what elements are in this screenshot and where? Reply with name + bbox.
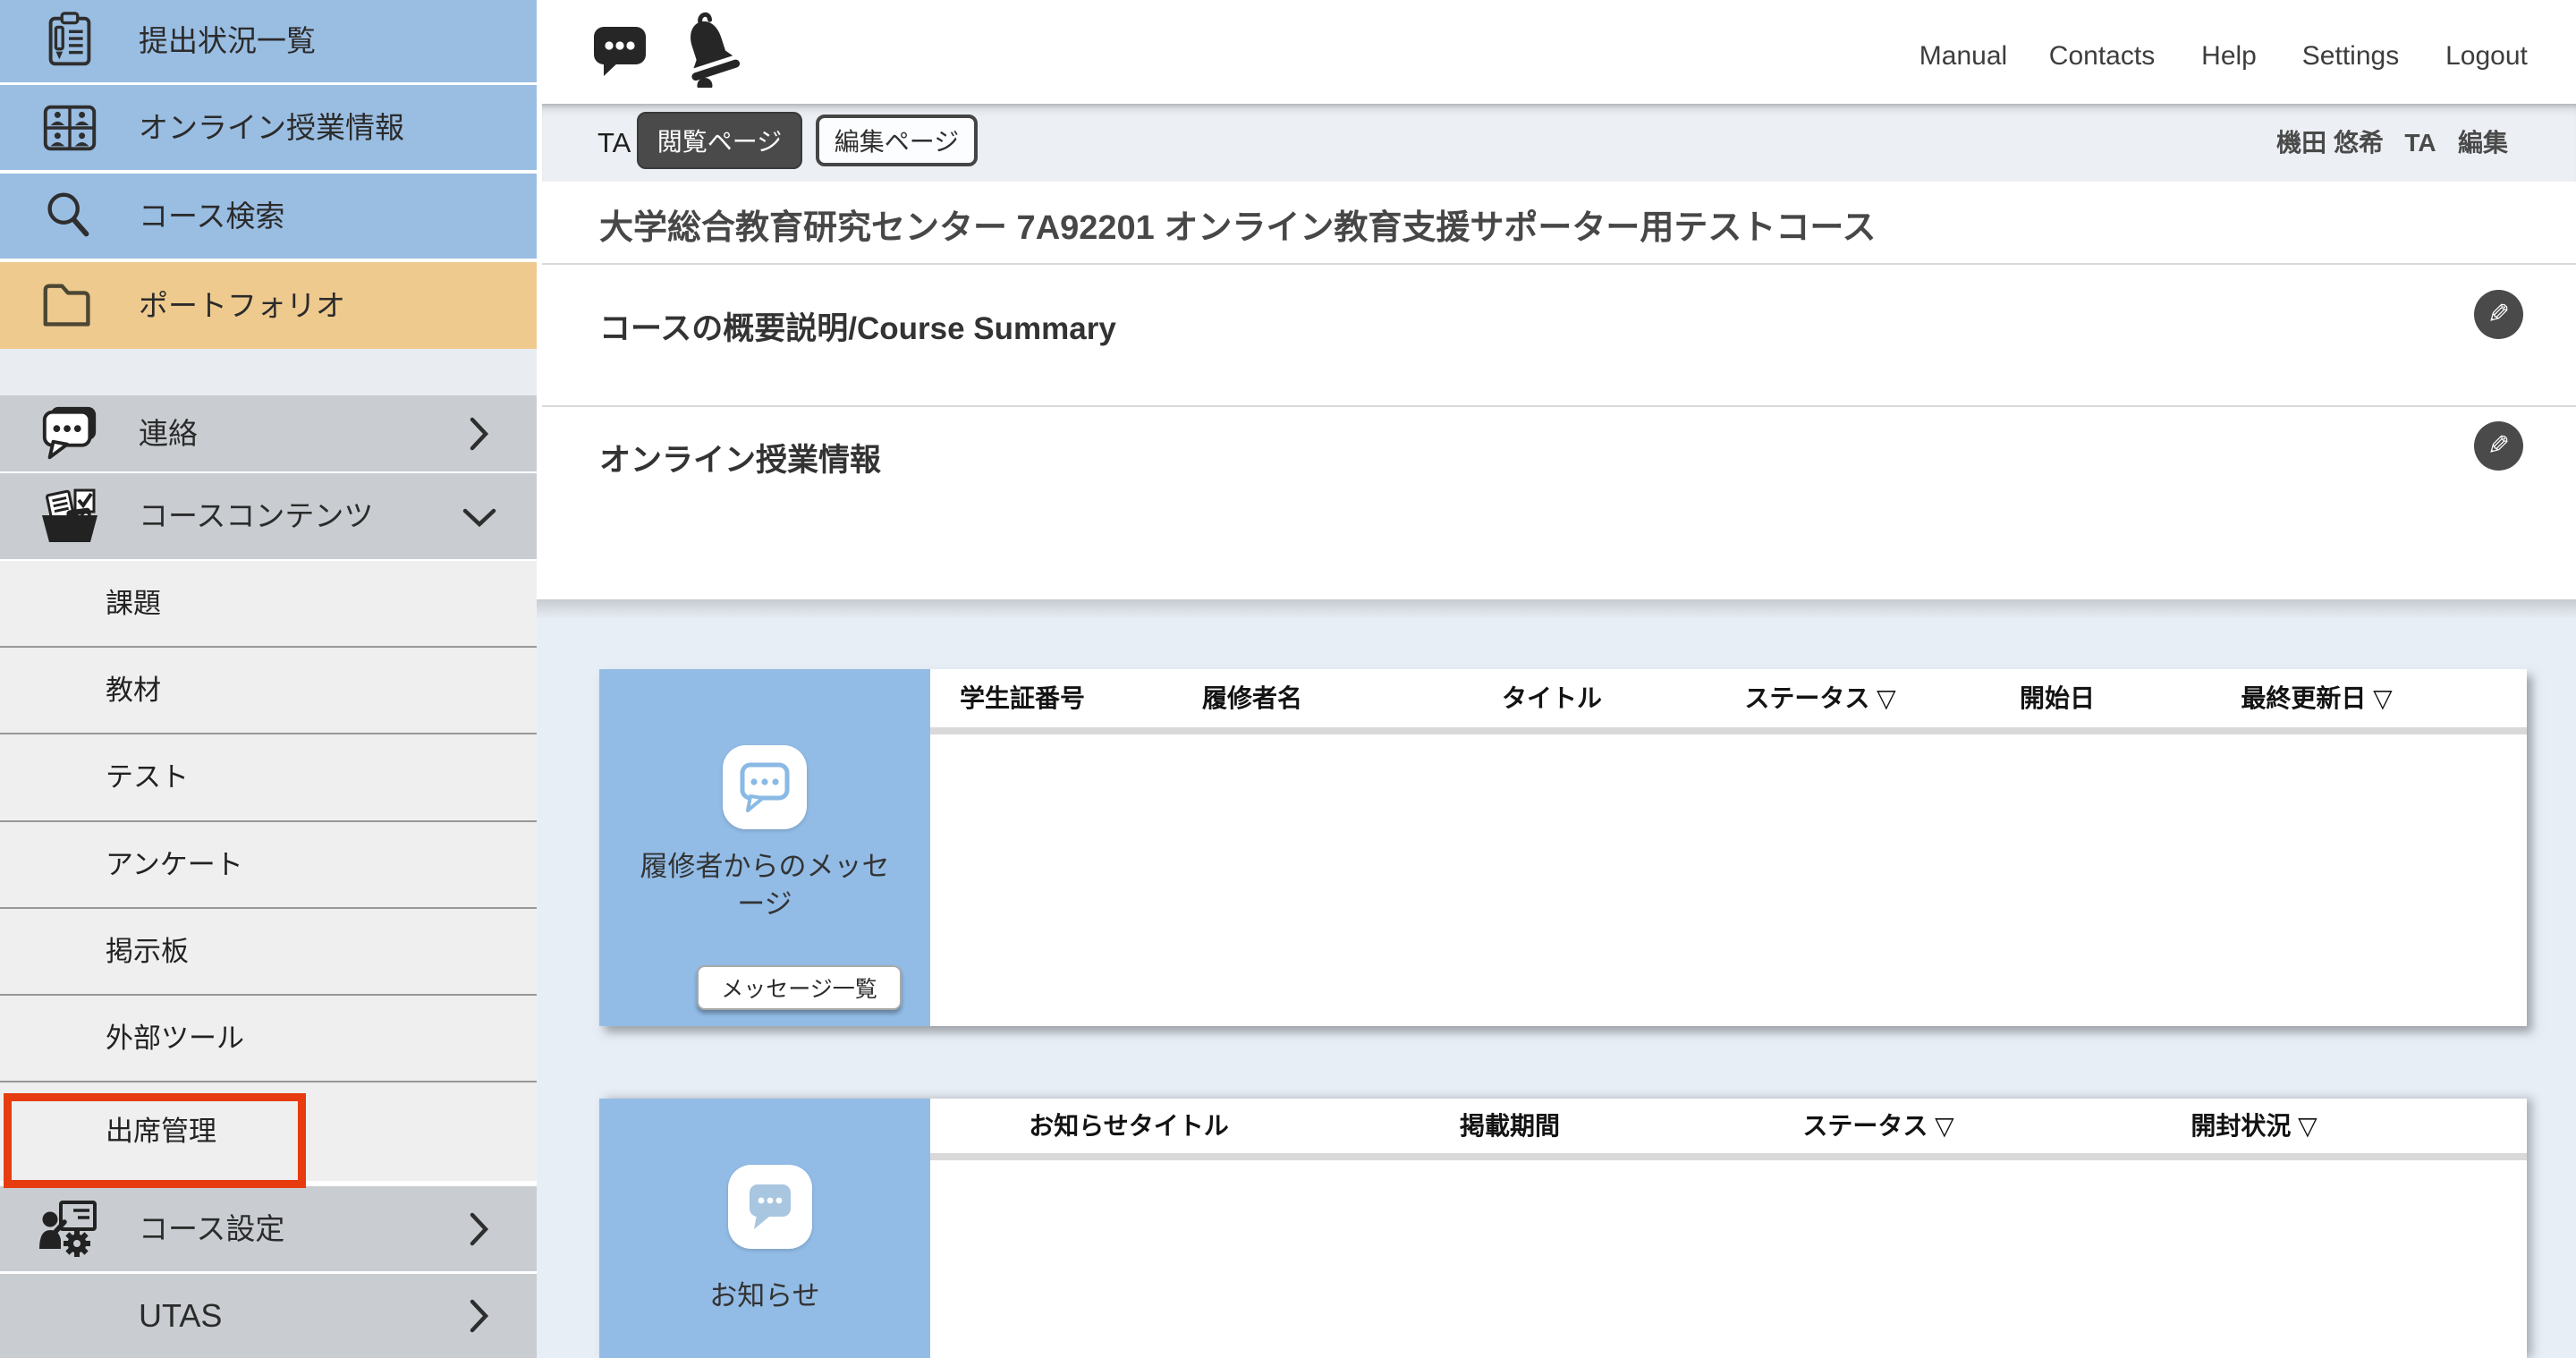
sidebar-item-utas[interactable]: UTAS: [0, 1274, 537, 1358]
view-page-button[interactable]: 閲覧ページ: [637, 112, 802, 169]
sidebar-item-label: 教材: [106, 648, 161, 733]
sidebar-item-course-search[interactable]: コース検索: [0, 174, 537, 259]
chevron-right-icon: [469, 1298, 490, 1338]
folder-icon: [34, 272, 106, 340]
sidebar-spacer: [0, 349, 537, 395]
messages-card-label: 履修者からのメッセ ージ: [599, 848, 930, 923]
edit-online-class-info-button[interactable]: ✎: [2474, 421, 2523, 471]
sidebar-item-submission-status[interactable]: 提出状況一覧: [0, 0, 537, 82]
nav-link-help[interactable]: Help: [2201, 0, 2257, 112]
sidebar-item-course-contents[interactable]: コースコンテンツ: [0, 473, 537, 559]
sidebar-item-external-tools[interactable]: 外部ツール: [0, 996, 537, 1081]
video-grid-icon: [34, 94, 106, 162]
sidebar-item-label: UTAS: [139, 1274, 222, 1358]
attendance-highlight-box: [4, 1093, 306, 1188]
sidebar-item-label: 連絡: [139, 395, 198, 471]
column-header-updated-sort[interactable]: 最終更新日 ▽: [2241, 669, 2392, 727]
sidebar-item-label: 提出状況一覧: [139, 0, 316, 82]
chevron-down-icon: [462, 507, 497, 533]
sidebar-item-contact[interactable]: 連絡: [0, 395, 537, 471]
messages-icon[interactable]: [592, 23, 648, 81]
sidebar-item-assignments[interactable]: 課題: [0, 561, 537, 646]
course-page: 提出状況一覧 オンライン授業情報: [0, 0, 2576, 1358]
sidebar-item-course-settings[interactable]: コース設定: [0, 1186, 537, 1271]
search-icon: [34, 182, 106, 250]
page-title: 大学総合教育研究センター 7A92201 オンライン教育支援サポーター用テストコ…: [599, 191, 1876, 266]
course-contents-box-icon: [34, 484, 106, 550]
column-header-posting-period: 掲載期間: [1460, 1099, 1560, 1153]
sidebar-item-label: 外部ツール: [106, 996, 244, 1081]
role-badge: TA: [597, 104, 631, 182]
chevron-right-icon: [469, 416, 490, 456]
sidebar-item-label: コース設定: [139, 1186, 284, 1271]
sidebar-item-board[interactable]: 掲示板: [0, 909, 537, 994]
pencil-icon: ✎: [2487, 299, 2510, 330]
column-header-open-status-sort[interactable]: 開封状況 ▽: [2190, 1099, 2317, 1153]
sidebar-item-label: コースコンテンツ: [139, 473, 373, 559]
header-divider: [930, 1153, 2527, 1160]
pencil-icon: ✎: [2487, 430, 2510, 462]
edit-course-summary-button[interactable]: ✎: [2474, 290, 2523, 339]
dashboard-area: 履修者からのメッセ ージ メッセージ一覧 学生証番号 履修者名 タイトル ステー…: [537, 599, 2576, 1358]
clipboard-list-icon: [34, 7, 106, 75]
sidebar-item-label: ポートフォリオ: [139, 262, 345, 349]
section-title-course-summary: コースの概要説明/Course Summary: [599, 289, 1116, 369]
announcements-card-panel: お知らせ: [599, 1099, 930, 1358]
messages-card: 履修者からのメッセ ージ メッセージ一覧 学生証番号 履修者名 タイトル ステー…: [599, 669, 2527, 1026]
header-divider: [930, 727, 2527, 734]
notifications-bell-icon[interactable]: [673, 11, 746, 92]
content-shadow: [537, 599, 2576, 619]
edit-page-button[interactable]: 編集ページ: [816, 115, 978, 166]
column-header-status-sort[interactable]: ステータス ▽: [1744, 669, 1895, 727]
divider: [542, 405, 2576, 407]
chevron-right-icon: [469, 1211, 490, 1252]
sidebar-item-label: 課題: [106, 561, 161, 646]
messages-card-panel: 履修者からのメッセ ージ メッセージ一覧: [599, 669, 930, 1026]
user-role-badge: TA: [2404, 104, 2436, 182]
sidebar-item-portfolio[interactable]: ポートフォリオ: [0, 262, 537, 349]
column-header-student-id: 学生証番号: [960, 669, 1085, 727]
sidebar-item-label: 掲示板: [106, 909, 189, 994]
column-header-start-date: 開始日: [2020, 669, 2095, 727]
column-header-student-name: 履修者名: [1202, 669, 1302, 727]
divider: [542, 263, 2576, 265]
announcement-bubble-icon: [728, 1165, 812, 1249]
user-edit-link[interactable]: 編集: [2458, 104, 2508, 182]
announcements-table: お知らせタイトル 掲載期間 ステータス ▽ 開封状況 ▽: [930, 1099, 2527, 1358]
nav-link-manual[interactable]: Manual: [1919, 0, 2007, 112]
top-bar: Manual Contacts Help Settings Logout: [537, 0, 2576, 112]
sidebar-item-label: オンライン授業情報: [139, 85, 404, 170]
sidebar-item-label: アンケート: [106, 822, 243, 907]
nav-link-settings[interactable]: Settings: [2302, 0, 2399, 112]
sidebar-item-label: コース検索: [139, 174, 284, 259]
toolbar-strip: TA 閲覧ページ 編集ページ 機田 悠希 TA 編集: [542, 104, 2576, 182]
sidebar-item-online-class-info[interactable]: オンライン授業情報: [0, 85, 537, 170]
chat-bubble-icon: [34, 401, 106, 467]
nav-link-logout[interactable]: Logout: [2445, 0, 2528, 112]
column-header-title: タイトル: [1502, 669, 1602, 727]
announcements-card-label: お知らせ: [599, 1277, 930, 1315]
sidebar-item-tests[interactable]: テスト: [0, 734, 537, 820]
sidebar-item-label: テスト: [106, 734, 189, 820]
section-title-online-class-info: オンライン授業情報: [599, 420, 881, 501]
course-settings-icon: [34, 1196, 106, 1262]
column-header-status-sort[interactable]: ステータス ▽: [1802, 1099, 1953, 1153]
column-header-announcement-title: お知らせタイトル: [1029, 1099, 1228, 1153]
user-name: 機田 悠希: [2276, 104, 2384, 182]
message-bubble-icon: [723, 745, 807, 829]
announcements-card: お知らせ お知らせタイトル 掲載期間 ステータス ▽ 開封状況 ▽: [599, 1099, 2527, 1358]
sidebar-item-materials[interactable]: 教材: [0, 648, 537, 733]
nav-link-contacts[interactable]: Contacts: [2049, 0, 2155, 112]
sidebar-item-survey[interactable]: アンケート: [0, 822, 537, 907]
messages-table: 学生証番号 履修者名 タイトル ステータス ▽ 開始日 最終更新日 ▽: [930, 669, 2527, 1026]
main-content: 大学総合教育研究センター 7A92201 オンライン教育支援サポーター用テストコ…: [537, 182, 2576, 599]
message-list-button[interactable]: メッセージ一覧: [697, 965, 902, 1010]
